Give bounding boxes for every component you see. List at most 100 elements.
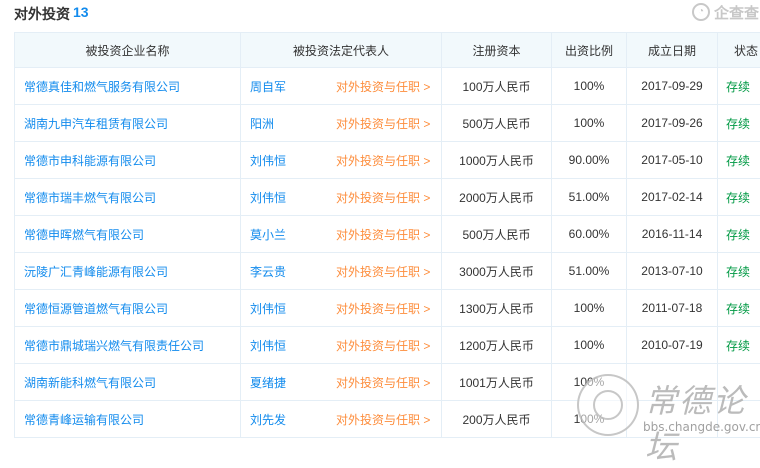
table-row: 常德申晖燃气有限公司 莫小兰对外投资与任职 > 500万人民币 60.00% 2… xyxy=(15,216,760,253)
status-cell: 存续 xyxy=(718,68,760,105)
representative-cell: 刘伟恒对外投资与任职 > xyxy=(241,290,442,327)
investment-positions-link[interactable]: 对外投资与任职 > xyxy=(336,80,430,94)
status-cell: 存续 xyxy=(718,327,760,364)
column-header-ratio: 出资比例 xyxy=(552,33,627,68)
investment-count: 13 xyxy=(73,4,89,20)
brand-icon: ◔ xyxy=(692,3,710,21)
company-link[interactable]: 湖南九申汽车租赁有限公司 xyxy=(15,105,241,142)
company-link[interactable]: 常德真佳和燃气服务有限公司 xyxy=(15,68,241,105)
representative-link[interactable]: 刘伟恒 xyxy=(250,189,336,206)
investment-positions-link[interactable]: 对外投资与任职 > xyxy=(336,265,430,279)
brand-logo: ◔ 企查查 xyxy=(692,0,759,24)
ratio-cell: 60.00% xyxy=(552,216,627,253)
company-link[interactable]: 常德申晖燃气有限公司 xyxy=(15,216,241,253)
capital-cell: 500万人民币 xyxy=(442,216,552,253)
representative-link[interactable]: 莫小兰 xyxy=(250,226,336,243)
capital-cell: 1300万人民币 xyxy=(442,290,552,327)
representative-link[interactable]: 刘伟恒 xyxy=(250,300,336,317)
representative-cell: 周自军对外投资与任职 > xyxy=(241,68,442,105)
status-cell: 存续 xyxy=(718,216,760,253)
representative-cell: 刘伟恒对外投资与任职 > xyxy=(241,179,442,216)
company-link[interactable]: 常德市申科能源有限公司 xyxy=(15,142,241,179)
investment-positions-link[interactable]: 对外投资与任职 > xyxy=(336,339,430,353)
table-row: 常德市申科能源有限公司 刘伟恒对外投资与任职 > 1000万人民币 90.00%… xyxy=(15,142,760,179)
company-link[interactable]: 常德恒源管道燃气有限公司 xyxy=(15,290,241,327)
representative-link[interactable]: 夏绪捷 xyxy=(250,374,336,391)
representative-cell: 刘先发对外投资与任职 > xyxy=(241,401,442,438)
company-link[interactable]: 常德市鼎城瑞兴燃气有限责任公司 xyxy=(15,327,241,364)
ratio-cell: 100% xyxy=(552,364,627,401)
status-cell: 存续 xyxy=(718,253,760,290)
date-cell: 2017-09-26 xyxy=(627,105,718,142)
representative-cell: 阳洲对外投资与任职 > xyxy=(241,105,442,142)
date-cell: 2011-07-18 xyxy=(627,290,718,327)
date-cell: 2010-07-19 xyxy=(627,327,718,364)
brand-name: 企查查 xyxy=(714,2,759,23)
investment-positions-link[interactable]: 对外投资与任职 > xyxy=(336,117,430,131)
investment-positions-link[interactable]: 对外投资与任职 > xyxy=(336,376,430,390)
column-header-status: 状态 xyxy=(718,33,760,68)
representative-cell: 刘伟恒对外投资与任职 > xyxy=(241,142,442,179)
representative-link[interactable]: 刘伟恒 xyxy=(250,152,336,169)
column-header-date: 成立日期 xyxy=(627,33,718,68)
table-row: 常德恒源管道燃气有限公司 刘伟恒对外投资与任职 > 1300万人民币 100% … xyxy=(15,290,760,327)
date-cell: 2016-11-14 xyxy=(627,216,718,253)
representative-link[interactable]: 李云贵 xyxy=(250,263,336,280)
capital-cell: 1001万人民币 xyxy=(442,364,552,401)
capital-cell: 1200万人民币 xyxy=(442,327,552,364)
capital-cell: 100万人民币 xyxy=(442,68,552,105)
capital-cell: 500万人民币 xyxy=(442,105,552,142)
representative-link[interactable]: 周自军 xyxy=(250,78,336,95)
ratio-cell: 100% xyxy=(552,401,627,438)
table-header-row: 被投资企业名称 被投资法定代表人 注册资本 出资比例 成立日期 状态 xyxy=(15,33,760,68)
ratio-cell: 100% xyxy=(552,105,627,142)
ratio-cell: 51.00% xyxy=(552,253,627,290)
date-cell xyxy=(627,401,718,438)
company-link[interactable]: 湖南新能科燃气有限公司 xyxy=(15,364,241,401)
column-header-representative: 被投资法定代表人 xyxy=(241,33,442,68)
table-row: 常德真佳和燃气服务有限公司 周自军对外投资与任职 > 100万人民币 100% … xyxy=(15,68,760,105)
ratio-cell: 100% xyxy=(552,290,627,327)
date-cell: 2013-07-10 xyxy=(627,253,718,290)
status-cell: 存续 xyxy=(718,290,760,327)
representative-cell: 夏绪捷对外投资与任职 > xyxy=(241,364,442,401)
status-cell: 存续 xyxy=(718,142,760,179)
date-cell: 2017-09-29 xyxy=(627,68,718,105)
table-row: 湖南新能科燃气有限公司 夏绪捷对外投资与任职 > 1001万人民币 100% xyxy=(15,364,760,401)
status-cell: 存续 xyxy=(718,105,760,142)
status-cell xyxy=(718,364,760,401)
date-cell xyxy=(627,364,718,401)
representative-cell: 莫小兰对外投资与任职 > xyxy=(241,216,442,253)
company-link[interactable]: 沅陵广汇青峰能源有限公司 xyxy=(15,253,241,290)
ratio-cell: 51.00% xyxy=(552,179,627,216)
capital-cell: 2000万人民币 xyxy=(442,179,552,216)
ratio-cell: 90.00% xyxy=(552,142,627,179)
capital-cell: 200万人民币 xyxy=(442,401,552,438)
section-header: 对外投资 13 ◔ 企查查 xyxy=(0,0,760,26)
table-row: 沅陵广汇青峰能源有限公司 李云贵对外投资与任职 > 3000万人民币 51.00… xyxy=(15,253,760,290)
company-link[interactable]: 常德市瑞丰燃气有限公司 xyxy=(15,179,241,216)
capital-cell: 3000万人民币 xyxy=(442,253,552,290)
table-row: 常德市瑞丰燃气有限公司 刘伟恒对外投资与任职 > 2000万人民币 51.00%… xyxy=(15,179,760,216)
table-row: 常德市鼎城瑞兴燃气有限责任公司 刘伟恒对外投资与任职 > 1200万人民币 10… xyxy=(15,327,760,364)
date-cell: 2017-02-14 xyxy=(627,179,718,216)
representative-link[interactable]: 阳洲 xyxy=(250,115,336,132)
investment-positions-link[interactable]: 对外投资与任职 > xyxy=(336,154,430,168)
investment-positions-link[interactable]: 对外投资与任职 > xyxy=(336,413,430,427)
investment-positions-link[interactable]: 对外投资与任职 > xyxy=(336,302,430,316)
ratio-cell: 100% xyxy=(552,68,627,105)
investment-positions-link[interactable]: 对外投资与任职 > xyxy=(336,228,430,242)
capital-cell: 1000万人民币 xyxy=(442,142,552,179)
date-cell: 2017-05-10 xyxy=(627,142,718,179)
representative-link[interactable]: 刘先发 xyxy=(250,411,336,428)
representative-cell: 刘伟恒对外投资与任职 > xyxy=(241,327,442,364)
ratio-cell: 100% xyxy=(552,327,627,364)
column-header-capital: 注册资本 xyxy=(442,33,552,68)
representative-cell: 李云贵对外投资与任职 > xyxy=(241,253,442,290)
investment-positions-link[interactable]: 对外投资与任职 > xyxy=(336,191,430,205)
section-title: 对外投资 xyxy=(14,4,70,24)
status-cell: 存续 xyxy=(718,179,760,216)
table-row: 常德青峰运输有限公司 刘先发对外投资与任职 > 200万人民币 100% xyxy=(15,401,760,438)
company-link[interactable]: 常德青峰运输有限公司 xyxy=(15,401,241,438)
representative-link[interactable]: 刘伟恒 xyxy=(250,337,336,354)
